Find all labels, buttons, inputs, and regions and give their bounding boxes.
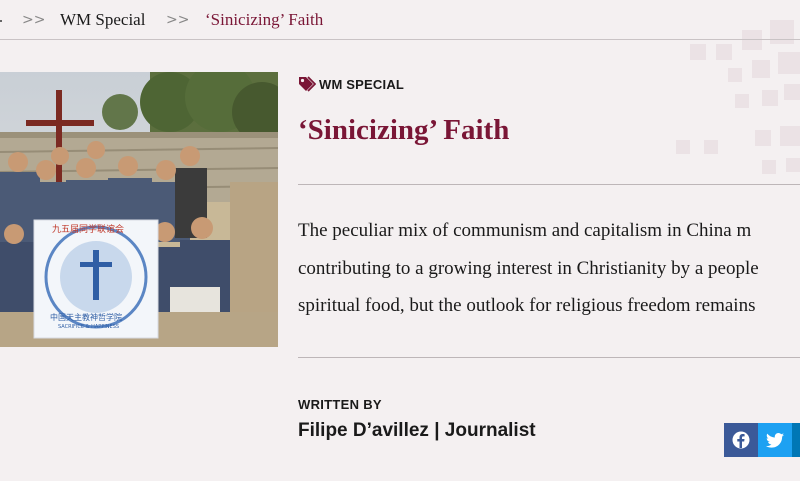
share-twitter-button[interactable]	[758, 423, 792, 457]
banner-text-bottom: 中国天主教神哲学院	[50, 313, 122, 322]
tags-icon	[299, 76, 316, 92]
article-lead: The peculiar mix of communism and capita…	[298, 212, 800, 325]
divider	[298, 184, 800, 185]
category-tag-label: WM SPECIAL	[319, 76, 405, 92]
facebook-icon	[732, 431, 750, 449]
share-linkedin-button[interactable]	[792, 423, 800, 457]
breadcrumb-separator: >>	[22, 12, 46, 28]
twitter-icon	[766, 432, 784, 448]
share-facebook-button[interactable]	[724, 423, 758, 457]
article-image: 九五届同学联谊会 中国天主教神哲学院 SACRIFICE & HAPPINESS	[0, 72, 278, 347]
banner-text-top: 九五届同学联谊会	[52, 225, 125, 235]
category-tag[interactable]: WM SPECIAL	[298, 76, 404, 92]
article-title: ‘Sinicizing’ Faith	[298, 114, 510, 146]
lead-line: contributing to a growing interest in Ch…	[298, 257, 759, 279]
breadcrumb-current: ‘Sinicizing’ Faith	[205, 10, 324, 29]
breadcrumb-separator: >>	[166, 12, 190, 28]
author-link[interactable]: Filipe D’avillez | Journalist	[298, 420, 536, 442]
breadcrumb: >> WM Special >> ‘Sinicizing’ Faith	[0, 0, 800, 40]
divider	[298, 357, 800, 358]
banner-text-motto: SACRIFICE & HAPPINESS	[58, 324, 120, 330]
written-by-label: WRITTEN BY	[298, 397, 382, 412]
breadcrumb-fragment	[0, 20, 2, 22]
breadcrumb-wm-special-link[interactable]: WM Special	[60, 10, 145, 30]
lead-line: The peculiar mix of communism and capita…	[298, 220, 752, 241]
lead-line: spiritual food, but the outlook for reli…	[298, 295, 756, 316]
